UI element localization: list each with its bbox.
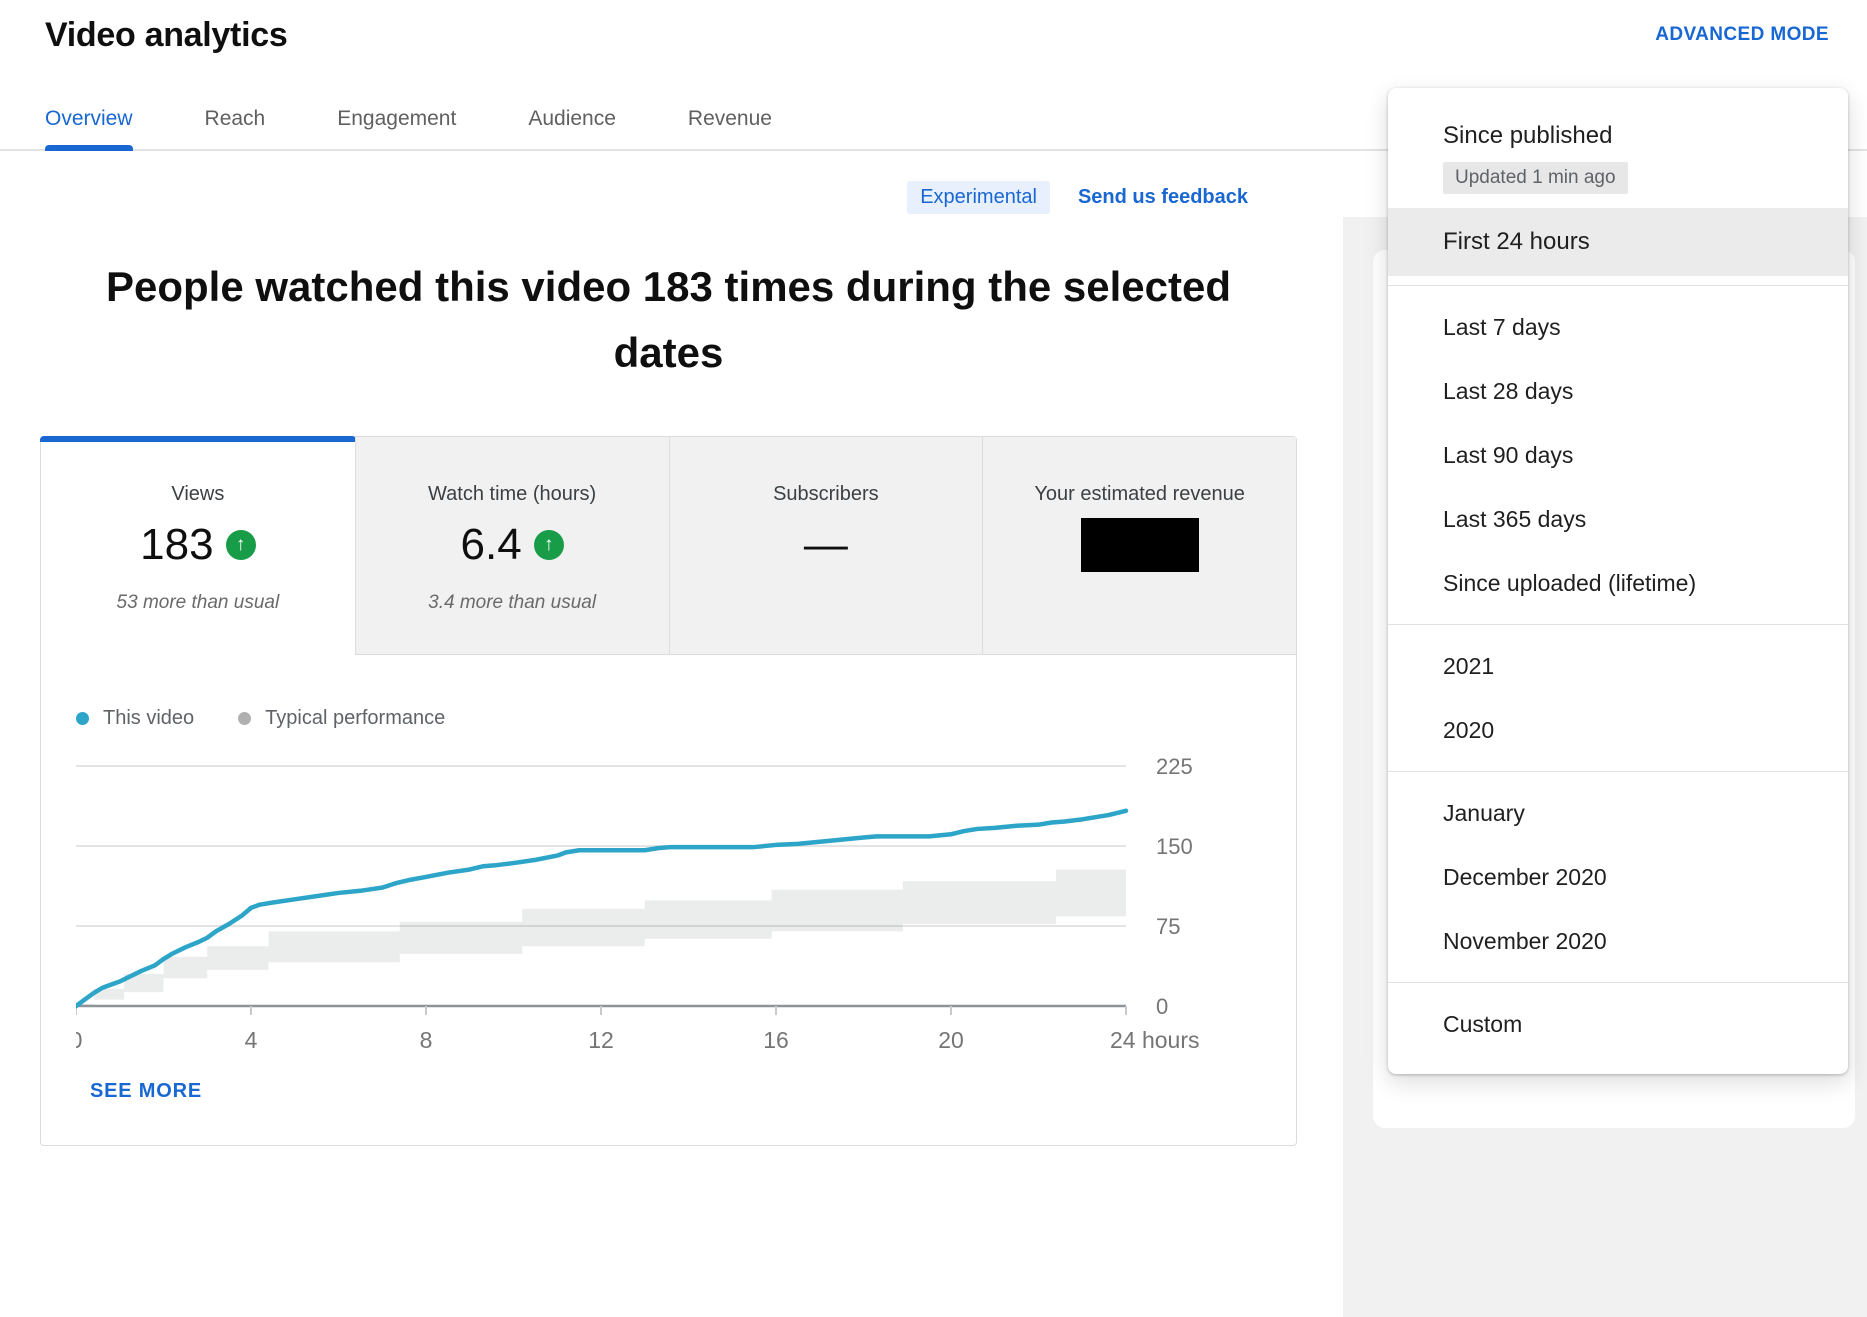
menu-divider bbox=[1388, 624, 1848, 625]
menu-item-since-uploaded-lifetime[interactable]: Since uploaded (lifetime) bbox=[1388, 551, 1848, 615]
tab-engagement[interactable]: Engagement bbox=[337, 89, 456, 149]
up-arrow-icon: ↑ bbox=[534, 530, 564, 560]
views-chart: 0 75 150 225 0 4 8 12 16 20 24 hours bbox=[76, 756, 1221, 1056]
video-analytics-page: Video analytics ADVANCED MODE Overview Re… bbox=[0, 0, 1867, 1317]
active-card-bar bbox=[40, 436, 356, 442]
metric-tabs: Views183↑53 more than usualWatch time (h… bbox=[41, 437, 1296, 655]
headline: People watched this video 183 times duri… bbox=[40, 254, 1297, 386]
experimental-badge: Experimental bbox=[907, 181, 1050, 214]
menu-item-custom[interactable]: Custom bbox=[1388, 992, 1848, 1056]
metric-value-row: 183 ↑ bbox=[41, 518, 355, 572]
metric-label: Watch time (hours) bbox=[356, 483, 669, 506]
menu-item-last-365-days[interactable]: Last 365 days bbox=[1388, 487, 1848, 551]
menu-current-label: Since published bbox=[1388, 116, 1848, 156]
tab-overview[interactable]: Overview bbox=[45, 89, 133, 149]
see-more-link[interactable]: SEE MORE bbox=[90, 1080, 202, 1103]
metric-value: — bbox=[804, 520, 848, 570]
metric-note: 3.4 more than usual bbox=[356, 592, 669, 614]
svg-text:0: 0 bbox=[76, 1027, 82, 1053]
menu-divider bbox=[1388, 771, 1848, 772]
svg-text:75: 75 bbox=[1156, 914, 1180, 939]
svg-text:4: 4 bbox=[245, 1027, 258, 1053]
up-arrow-icon: ↑ bbox=[226, 530, 256, 560]
tab-label: Reach bbox=[205, 107, 266, 131]
svg-text:8: 8 bbox=[420, 1027, 433, 1053]
legend-item-typical-performance: Typical performance bbox=[238, 707, 445, 730]
menu-item-first-24-hours[interactable]: First 24 hours bbox=[1388, 208, 1848, 276]
svg-text:150: 150 bbox=[1156, 834, 1193, 859]
tab-label: Audience bbox=[528, 107, 616, 131]
metric-card-subscribers[interactable]: Subscribers — bbox=[669, 437, 983, 655]
svg-text:0: 0 bbox=[1156, 994, 1168, 1019]
menu-item-last-28-days[interactable]: Last 28 days bbox=[1388, 359, 1848, 423]
metric-value-row: — bbox=[670, 518, 983, 572]
metric-value: 183 bbox=[140, 520, 213, 570]
metric-card-views[interactable]: Views 183 ↑ 53 more than usual bbox=[41, 437, 355, 655]
main-content: Experimental Send us feedback People wat… bbox=[0, 181, 1343, 1146]
chart-section: This videoTypical performance 0751502250… bbox=[41, 655, 1296, 1145]
tab-reach[interactable]: Reach bbox=[205, 89, 266, 149]
legend-item-this-video: This video bbox=[76, 707, 194, 730]
menu-divider bbox=[1388, 982, 1848, 983]
menu-item-last-7-days[interactable]: Last 7 days bbox=[1388, 295, 1848, 359]
metric-value-row: 6.4 ↑ bbox=[356, 518, 669, 572]
menu-divider bbox=[1388, 285, 1848, 286]
svg-text:24 hours: 24 hours bbox=[1110, 1027, 1200, 1053]
tab-label: Engagement bbox=[337, 107, 456, 131]
tab-revenue[interactable]: Revenue bbox=[688, 89, 772, 149]
metric-label: Subscribers bbox=[670, 483, 983, 506]
metric-value-row bbox=[983, 518, 1296, 572]
legend-dot-icon bbox=[238, 712, 251, 725]
header: Video analytics ADVANCED MODE bbox=[0, 0, 1867, 55]
metric-value: 6.4 bbox=[461, 520, 522, 570]
menu-item-2021[interactable]: 2021 bbox=[1388, 634, 1848, 698]
updated-badge: Updated 1 min ago bbox=[1443, 162, 1628, 194]
meta-row: Experimental Send us feedback bbox=[0, 181, 1343, 214]
advanced-mode-link[interactable]: ADVANCED MODE bbox=[1655, 24, 1829, 46]
tab-label: Revenue bbox=[688, 107, 772, 131]
menu-item-january[interactable]: January bbox=[1388, 781, 1848, 845]
menu-item-december-2020[interactable]: December 2020 bbox=[1388, 845, 1848, 909]
tab-label: Overview bbox=[45, 107, 133, 131]
metric-label: Views bbox=[41, 483, 355, 506]
redacted-value bbox=[1081, 518, 1199, 572]
metric-card-watch-time-hours[interactable]: Watch time (hours) 6.4 ↑ 3.4 more than usua… bbox=[355, 437, 669, 655]
legend-label: Typical performance bbox=[265, 707, 445, 730]
menu-item-2020[interactable]: 2020 bbox=[1388, 698, 1848, 762]
menu-item-since-published[interactable]: Since published Updated 1 min ago bbox=[1388, 112, 1848, 208]
menu-item-last-90-days[interactable]: Last 90 days bbox=[1388, 423, 1848, 487]
svg-text:16: 16 bbox=[763, 1027, 789, 1053]
menu-item-november-2020[interactable]: November 2020 bbox=[1388, 909, 1848, 973]
legend-dot-icon bbox=[76, 712, 89, 725]
send-feedback-link[interactable]: Send us feedback bbox=[1078, 186, 1248, 209]
metric-note: 53 more than usual bbox=[41, 592, 355, 614]
chart-legend: This video Typical performance bbox=[76, 707, 1296, 730]
active-tab-underline bbox=[45, 145, 133, 151]
metric-label: Your estimated revenue bbox=[983, 483, 1296, 506]
tab-audience[interactable]: Audience bbox=[528, 89, 616, 149]
date-range-menu: Since published Updated 1 min ago First … bbox=[1388, 88, 1848, 1074]
chart-card: Views183↑53 more than usualWatch time (h… bbox=[40, 436, 1297, 1146]
legend-label: This video bbox=[103, 707, 194, 730]
page-title: Video analytics bbox=[45, 16, 1867, 55]
metric-card-your-estimated-revenue[interactable]: Your estimated revenue bbox=[982, 437, 1296, 655]
svg-text:12: 12 bbox=[588, 1027, 614, 1053]
menu-sections: Last 7 daysLast 28 daysLast 90 daysLast … bbox=[1388, 285, 1848, 1056]
svg-text:225: 225 bbox=[1156, 756, 1193, 779]
svg-text:20: 20 bbox=[938, 1027, 964, 1053]
